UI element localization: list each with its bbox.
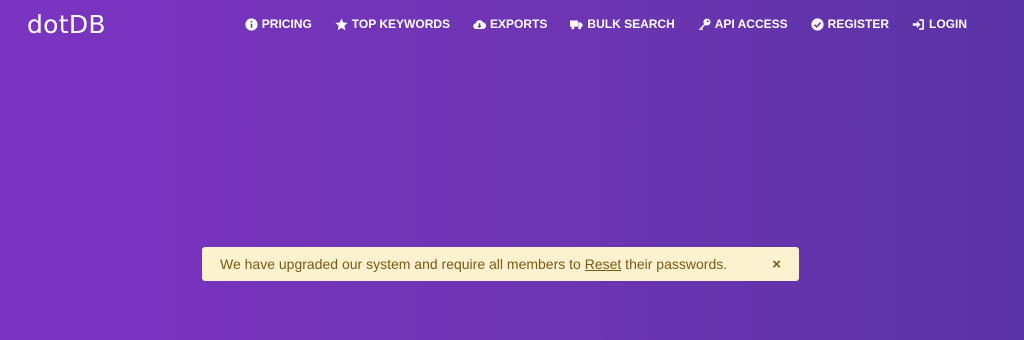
- sign-in-icon: [912, 18, 925, 31]
- star-icon: [335, 17, 348, 31]
- nav-pricing-label: PRICING: [261, 17, 312, 31]
- password-reset-notice: We have upgraded our system and require …: [202, 247, 799, 281]
- reset-link[interactable]: Reset: [585, 256, 622, 272]
- check-circle-icon: [811, 17, 824, 31]
- nav-top-keywords-label: TOP KEYWORDS: [351, 17, 451, 31]
- nav-register[interactable]: REGISTER: [811, 17, 889, 31]
- nav-pricing[interactable]: PRICING: [245, 17, 312, 31]
- logo[interactable]: dotDB: [27, 10, 106, 39]
- notice-text-after: their passwords.: [621, 256, 728, 272]
- key-icon: [698, 18, 711, 31]
- nav-exports-label: EXPORTS: [490, 17, 548, 31]
- nav-bulk-search[interactable]: BULK SEARCH: [570, 17, 675, 31]
- nav-api-access-label: API ACCESS: [714, 17, 788, 31]
- nav-exports[interactable]: EXPORTS: [473, 17, 547, 31]
- nav-top-keywords[interactable]: TOP KEYWORDS: [335, 17, 450, 31]
- nav-api-access[interactable]: API ACCESS: [698, 17, 788, 31]
- nav-login-label: LOGIN: [929, 17, 967, 31]
- close-notice-button[interactable]: ×: [772, 257, 781, 272]
- truck-icon: [570, 18, 584, 31]
- nav-login[interactable]: LOGIN: [912, 17, 967, 31]
- cloud-download-icon: [473, 18, 487, 31]
- nav-register-label: REGISTER: [827, 17, 889, 31]
- notice-text-before: We have upgraded our system and require …: [220, 256, 585, 272]
- info-circle-icon: [245, 17, 258, 31]
- notice-text: We have upgraded our system and require …: [220, 256, 772, 272]
- nav-bulk-search-label: BULK SEARCH: [587, 17, 675, 31]
- main-nav: PRICING TOP KEYWORDS EXPORTS BULK SEARCH…: [245, 17, 967, 31]
